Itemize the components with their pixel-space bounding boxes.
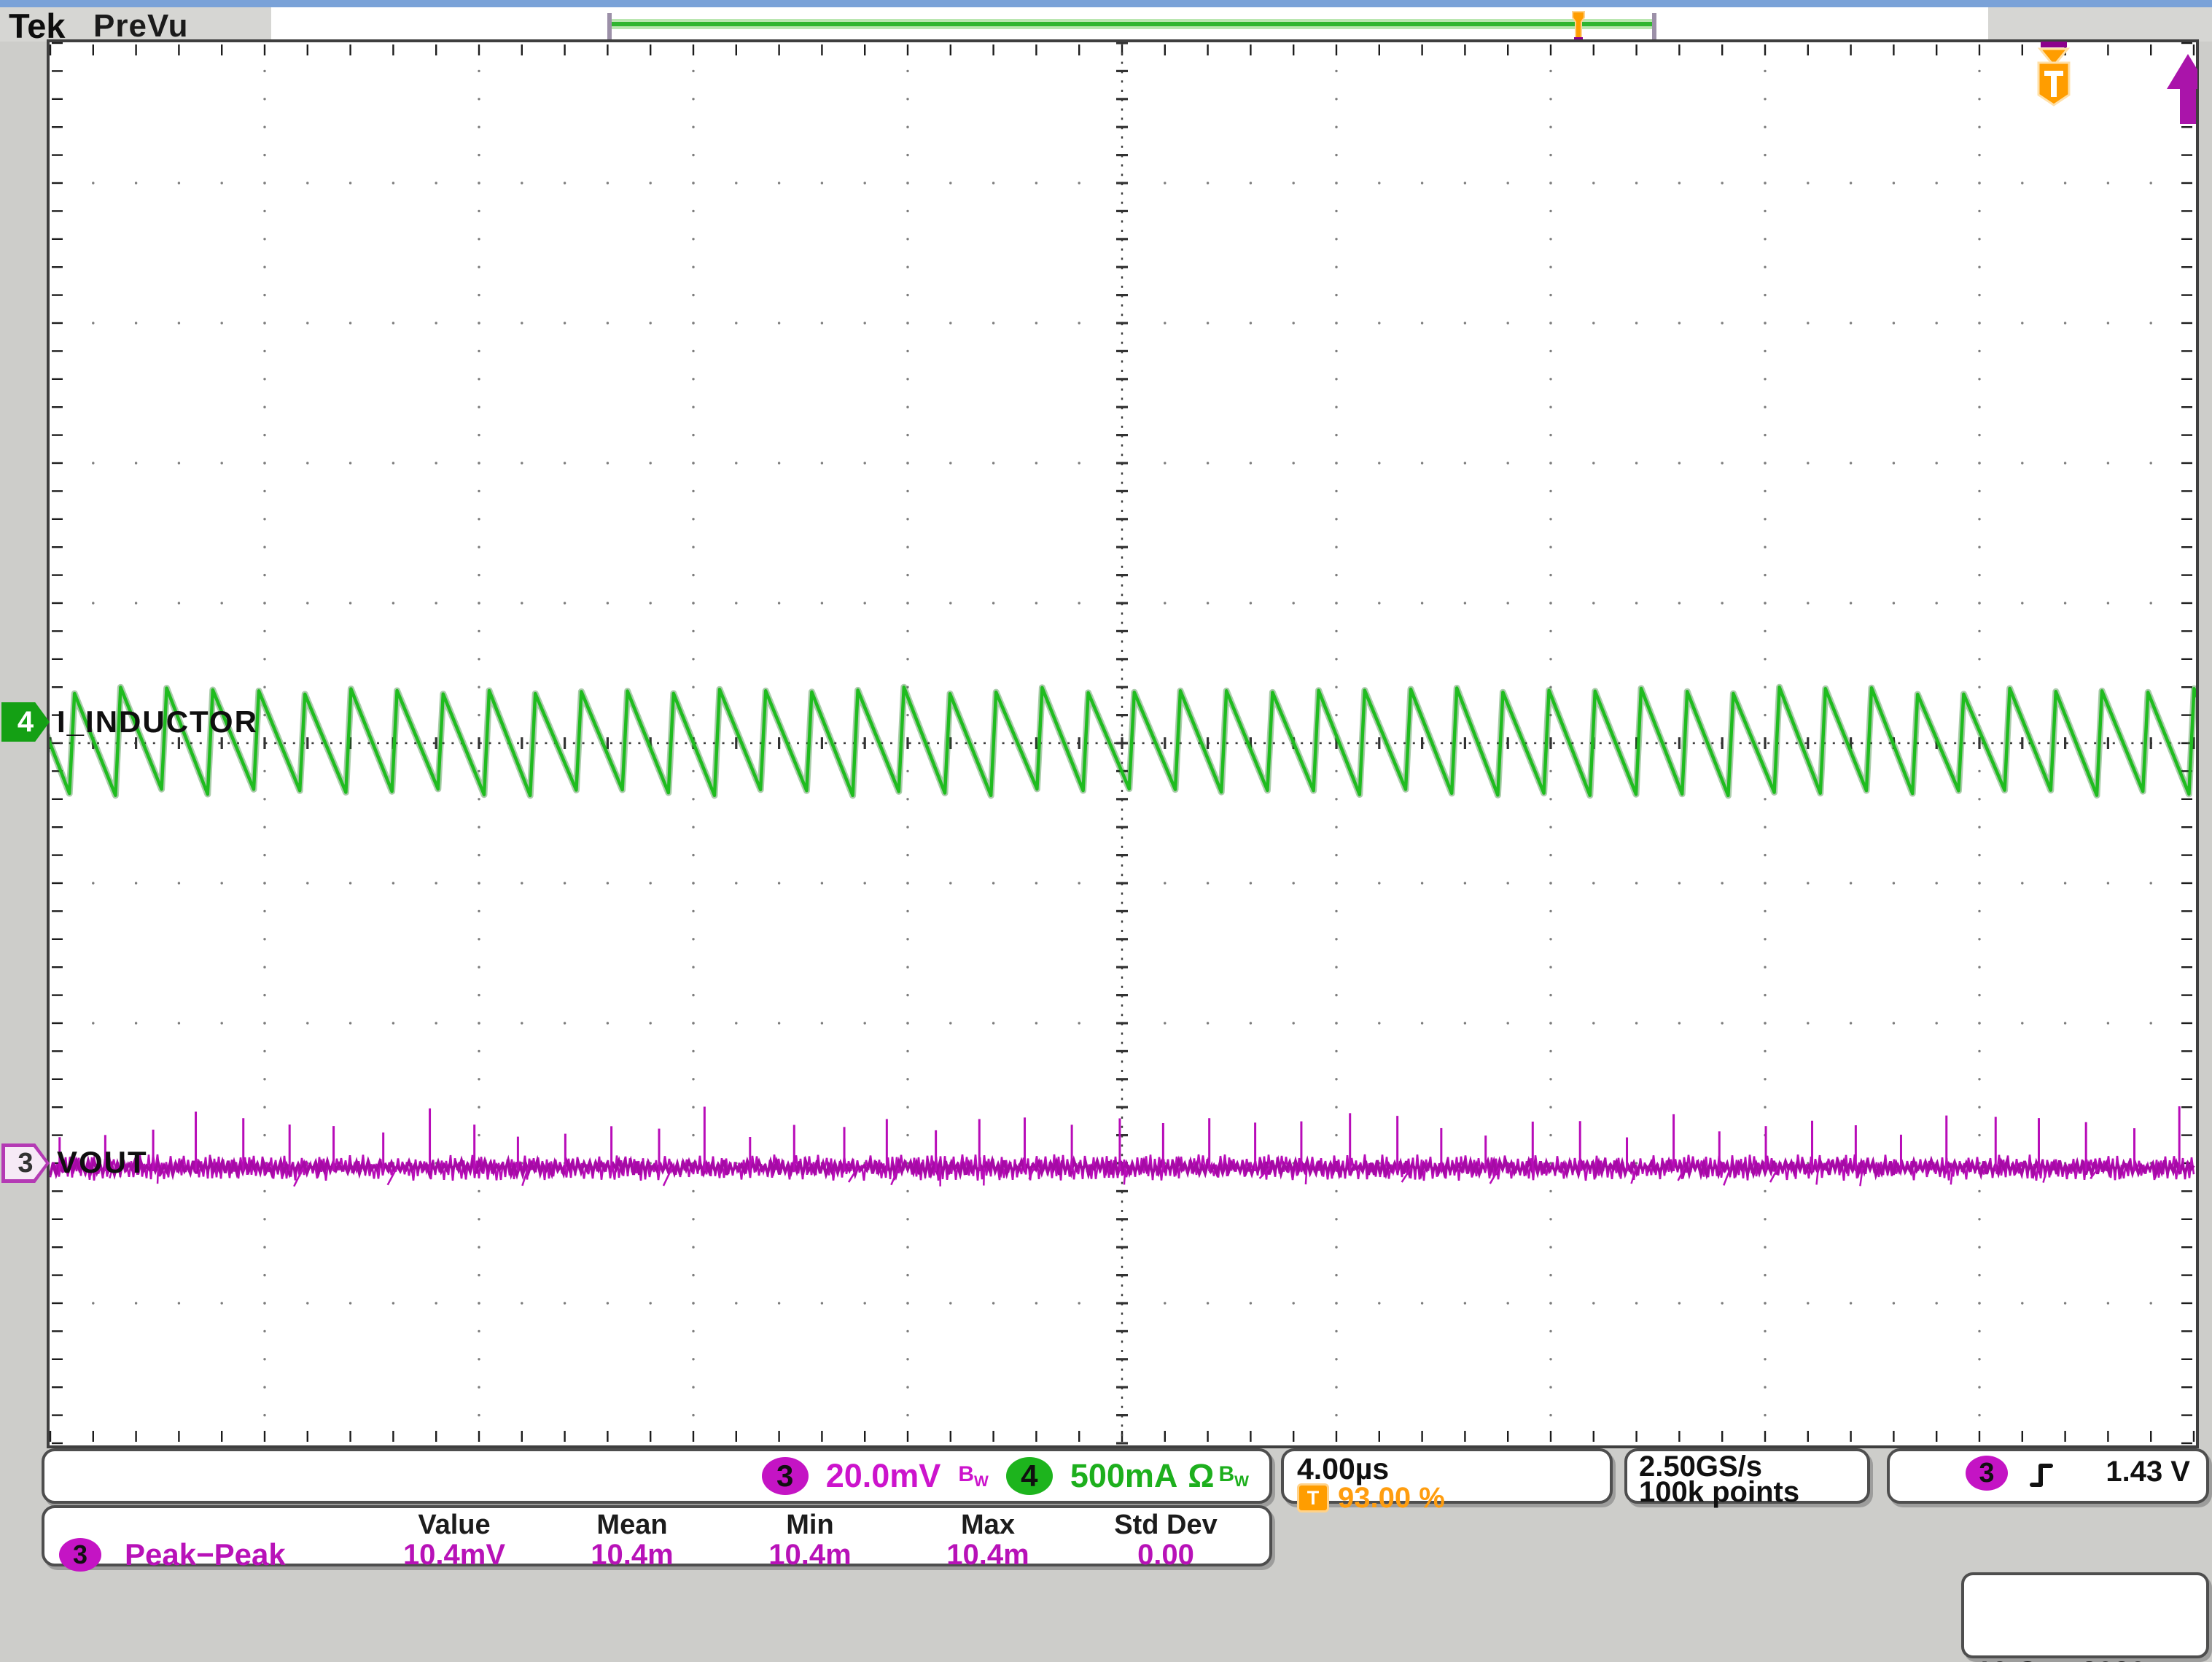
measurement-row[interactable]: 3 Peak−Peak 10.4mV 10.4m 10.4m 10.4m 0.0… xyxy=(59,1537,1269,1572)
measurement-min: 10.4m xyxy=(721,1539,899,1571)
col-header-value: Value xyxy=(365,1510,543,1537)
measurement-value: 10.4mV xyxy=(365,1539,543,1571)
channel-3-readout-badge[interactable]: 3 xyxy=(762,1457,809,1495)
measurement-header-row: Value Mean Min Max Std Dev xyxy=(59,1510,1269,1537)
datetime-panel: 19 Oct 2020 14:02:57 xyxy=(1961,1572,2209,1658)
measurement-max: 10.4m xyxy=(899,1539,1077,1571)
timebase-panel[interactable]: 4.00µs T 93.00 % xyxy=(1281,1448,1613,1504)
channel-4-readout-badge[interactable]: 4 xyxy=(1006,1457,1053,1495)
trigger-panel[interactable]: 3 1.43 V xyxy=(1887,1448,2209,1504)
channel-4-badge: 4 xyxy=(1,702,50,742)
trigger-level: 1.43 V xyxy=(2106,1456,2190,1488)
channel-4-scale: 500mA xyxy=(1070,1457,1178,1495)
channel-3-scale: 20.0mV xyxy=(826,1457,941,1495)
channel-3-reference-marker[interactable]: 3 xyxy=(1,1143,50,1183)
date-label: 19 Oct 2020 xyxy=(1976,1654,2206,1662)
channel-4-reference-marker[interactable]: 4 xyxy=(1,702,50,742)
measurements-panel[interactable]: Value Mean Min Max Std Dev 3 Peak−Peak 1… xyxy=(42,1505,1272,1566)
trigger-position-icon: T xyxy=(1297,1483,1329,1513)
measurement-source-badge: 3 xyxy=(59,1538,101,1572)
channel-3-bandwidth-icon: BW xyxy=(958,1464,989,1489)
graticule-display xyxy=(0,0,2212,1662)
waveform-label-vout: VOUT xyxy=(57,1145,148,1180)
channel-4-coupling-omega: Ω xyxy=(1188,1457,1214,1495)
trigger-position-percent: 93.00 % xyxy=(1338,1487,1445,1509)
measurement-stddev: 0.00 xyxy=(1077,1539,1255,1571)
measurement-mean: 10.4m xyxy=(543,1539,721,1571)
trigger-source-badge: 3 xyxy=(1966,1456,2008,1491)
rising-edge-icon xyxy=(2027,1457,2057,1494)
col-header-mean: Mean xyxy=(543,1510,721,1537)
acquisition-panel[interactable]: 2.50GS/s 100k points xyxy=(1624,1448,1870,1504)
timebase-scale: 4.00µs xyxy=(1297,1454,1597,1483)
oscilloscope-screen: Tek PreVu 4 3 I_INDUCTOR VOUT 3 20.0mV B… xyxy=(0,0,2212,1662)
col-header-max: Max xyxy=(899,1510,1077,1537)
channel-readouts-panel[interactable]: 3 20.0mV BW 4 500mA Ω BW xyxy=(42,1448,1272,1504)
channel-4-bandwidth-icon: BW xyxy=(1219,1464,1250,1489)
measurement-name: Peak−Peak xyxy=(125,1537,365,1572)
record-length: 100k points xyxy=(1639,1480,1855,1505)
col-header-stddev: Std Dev xyxy=(1077,1510,1255,1537)
col-header-min: Min xyxy=(721,1510,899,1537)
waveform-label-i-inductor: I_INDUCTOR xyxy=(57,704,258,739)
trigger-point-marker xyxy=(2038,42,2069,105)
